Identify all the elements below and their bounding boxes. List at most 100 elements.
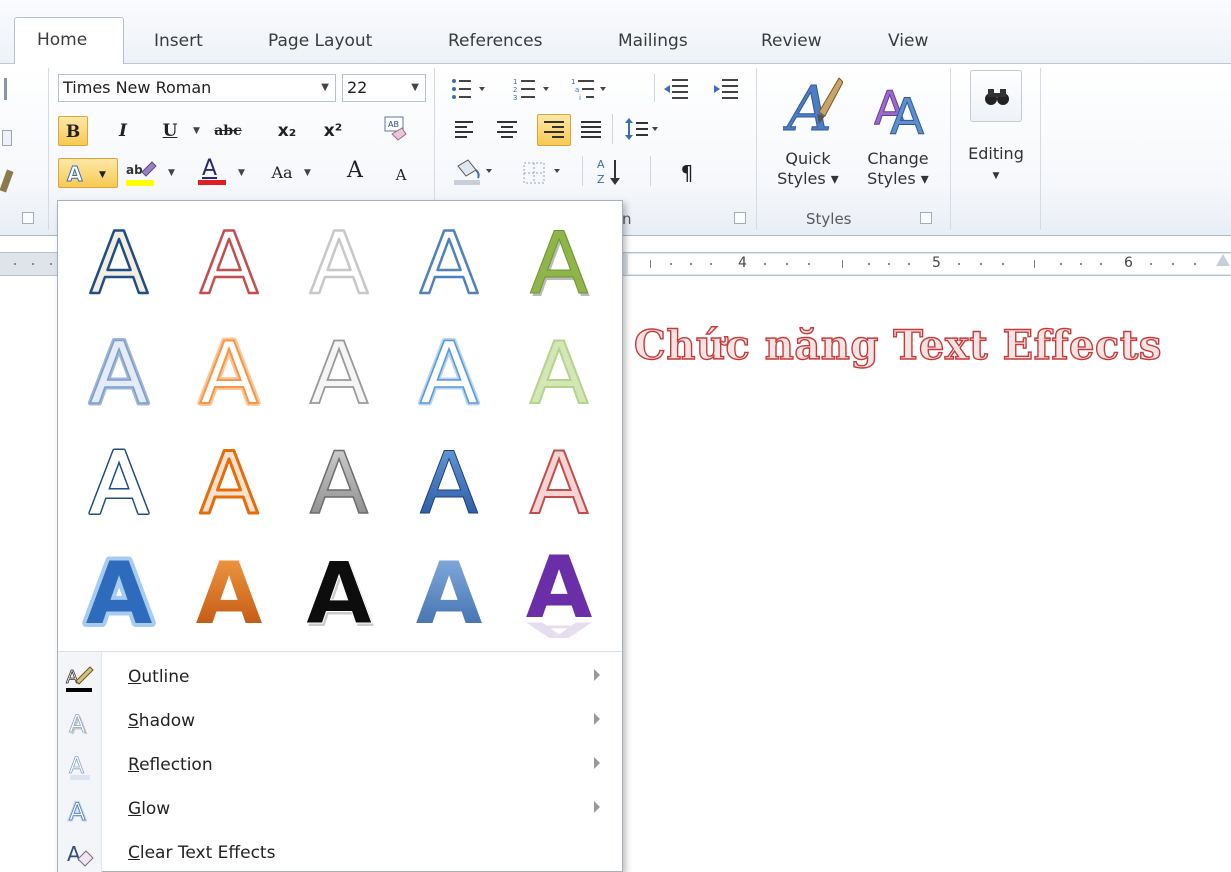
separator: [654, 74, 655, 102]
paragraph-dialog-launcher-icon[interactable]: [734, 212, 746, 224]
borders-icon[interactable]: [520, 158, 566, 188]
tab-view[interactable]: View: [888, 24, 928, 64]
font-name-combo[interactable]: Times New Roman ▼: [58, 74, 336, 102]
tab-references[interactable]: References: [448, 24, 542, 64]
change-styles-button[interactable]: A A Change Styles ▾: [852, 72, 944, 190]
text-effect-style[interactable]: A: [396, 431, 502, 537]
editing-button[interactable]: Editing ▼: [958, 70, 1034, 190]
text-effect-style[interactable]: A: [286, 211, 392, 317]
tab-mailings[interactable]: Mailings: [618, 24, 688, 64]
chevron-down-icon[interactable]: ▼: [168, 168, 175, 178]
text-effect-style[interactable]: AA: [66, 431, 172, 537]
ruler-number: 6: [1124, 255, 1133, 271]
quick-styles-icon: A: [782, 72, 844, 146]
shrink-font-button[interactable]: A: [386, 160, 416, 190]
find-binoculars-icon: [970, 70, 1022, 122]
document-text[interactable]: Chức năng Text Effects: [633, 321, 1162, 369]
shading-icon[interactable]: [452, 158, 498, 188]
svg-text:A: A: [200, 434, 259, 534]
tab-insert[interactable]: Insert: [154, 24, 203, 64]
chevron-down-icon[interactable]: ▼: [304, 168, 311, 178]
text-effect-style[interactable]: A: [176, 541, 282, 647]
align-left-icon[interactable]: [452, 118, 478, 142]
menu-item-shadow[interactable]: AA Shadow: [58, 701, 622, 745]
justify-icon[interactable]: [578, 118, 604, 142]
menu-item-glow[interactable]: AA Glow: [58, 789, 622, 833]
text-effects-button[interactable]: A ▼: [58, 158, 118, 188]
show-hide-marks-button[interactable]: ¶: [672, 158, 702, 188]
tab-review[interactable]: Review: [761, 24, 822, 64]
clear-formatting-icon[interactable]: AB: [380, 114, 410, 144]
menu-item-label: Glow: [128, 799, 171, 819]
menu-item-clear-text-effects[interactable]: A Clear Text Effects: [58, 833, 622, 872]
text-effect-style[interactable]: AA: [66, 321, 172, 427]
styles-dialog-launcher-icon[interactable]: [920, 212, 932, 224]
svg-text:1: 1: [513, 78, 517, 86]
underline-button[interactable]: U: [155, 116, 185, 146]
grow-font-button[interactable]: A: [340, 156, 370, 186]
chevron-down-icon[interactable]: ▼: [193, 126, 200, 136]
cut-icon[interactable]: [4, 78, 14, 100]
svg-text:A: A: [530, 214, 589, 314]
multilevel-list-icon[interactable]: 1ai: [570, 76, 640, 102]
font-size-value: 22: [347, 78, 368, 97]
svg-text:A: A: [420, 214, 479, 314]
text-effect-style[interactable]: A: [396, 541, 502, 647]
text-effect-style[interactable]: A: [506, 431, 612, 537]
text-effect-style[interactable]: AA: [286, 541, 392, 648]
tab-page-layout[interactable]: Page Layout: [268, 24, 372, 64]
strikethrough-button[interactable]: abc: [208, 116, 248, 146]
ribbon-tab-bar: Home Insert Page Layout References Maili…: [0, 0, 1231, 65]
bullets-icon[interactable]: [450, 76, 516, 102]
subscript-button[interactable]: x₂: [272, 116, 302, 146]
sort-icon[interactable]: AZ: [596, 156, 626, 188]
text-effect-style[interactable]: A: [396, 211, 502, 317]
change-case-button[interactable]: Aa: [262, 158, 302, 188]
menu-item-outline[interactable]: A Outline: [58, 657, 622, 701]
quick-styles-button[interactable]: A Quick Styles ▾: [768, 72, 848, 190]
text-effect-style[interactable]: AA: [66, 540, 172, 648]
italic-button[interactable]: I: [108, 116, 138, 146]
right-indent-marker-icon[interactable]: [1216, 254, 1230, 266]
text-effect-style[interactable]: A: [286, 431, 392, 537]
svg-text:A: A: [890, 88, 924, 138]
decrease-indent-icon[interactable]: [662, 76, 692, 102]
svg-text:A: A: [69, 710, 86, 738]
text-effect-style[interactable]: A: [176, 211, 282, 317]
menu-item-label: Shadow: [128, 711, 196, 731]
format-painter-icon[interactable]: [0, 169, 14, 193]
text-effect-style[interactable]: A: [506, 321, 612, 427]
text-effect-style[interactable]: AA: [506, 538, 612, 647]
submenu-arrow-icon: [594, 757, 600, 769]
tab-home[interactable]: Home: [14, 17, 124, 65]
font-size-combo[interactable]: 22 ▼: [342, 74, 426, 102]
bold-button[interactable]: B: [58, 116, 88, 146]
change-styles-label-2: Styles ▾: [867, 169, 929, 188]
submenu-arrow-icon: [594, 669, 600, 681]
line-spacing-icon[interactable]: [624, 116, 664, 142]
text-effect-style[interactable]: A: [66, 211, 172, 317]
font-color-button[interactable]: A: [196, 156, 228, 190]
eraser-a-icon: A: [64, 839, 96, 871]
superscript-button[interactable]: x²: [318, 116, 348, 146]
align-right-button[interactable]: [537, 114, 571, 146]
numbering-icon[interactable]: 123: [512, 76, 568, 102]
svg-text:A: A: [420, 434, 479, 534]
menu-item-reflection[interactable]: A Reflection: [58, 745, 622, 789]
clipboard-dialog-launcher-icon[interactable]: [22, 212, 34, 224]
svg-text:AB: AB: [388, 120, 399, 129]
copy-icon[interactable]: [2, 130, 12, 146]
text-effect-style[interactable]: AA: [176, 321, 282, 427]
text-effect-style[interactable]: A: [176, 431, 282, 537]
svg-text:A: A: [90, 434, 149, 534]
group-separator: [1040, 68, 1041, 230]
text-effect-style[interactable]: A: [286, 321, 392, 427]
text-effect-style[interactable]: AA: [396, 321, 502, 427]
quick-styles-label-2: Styles ▾: [777, 169, 839, 188]
text-effect-style[interactable]: AA: [506, 211, 612, 318]
svg-text:A: A: [420, 324, 479, 424]
text-highlight-color-icon[interactable]: ab: [124, 158, 158, 188]
align-center-icon[interactable]: [494, 118, 520, 142]
increase-indent-icon[interactable]: [712, 76, 742, 102]
chevron-down-icon[interactable]: ▼: [238, 168, 245, 178]
